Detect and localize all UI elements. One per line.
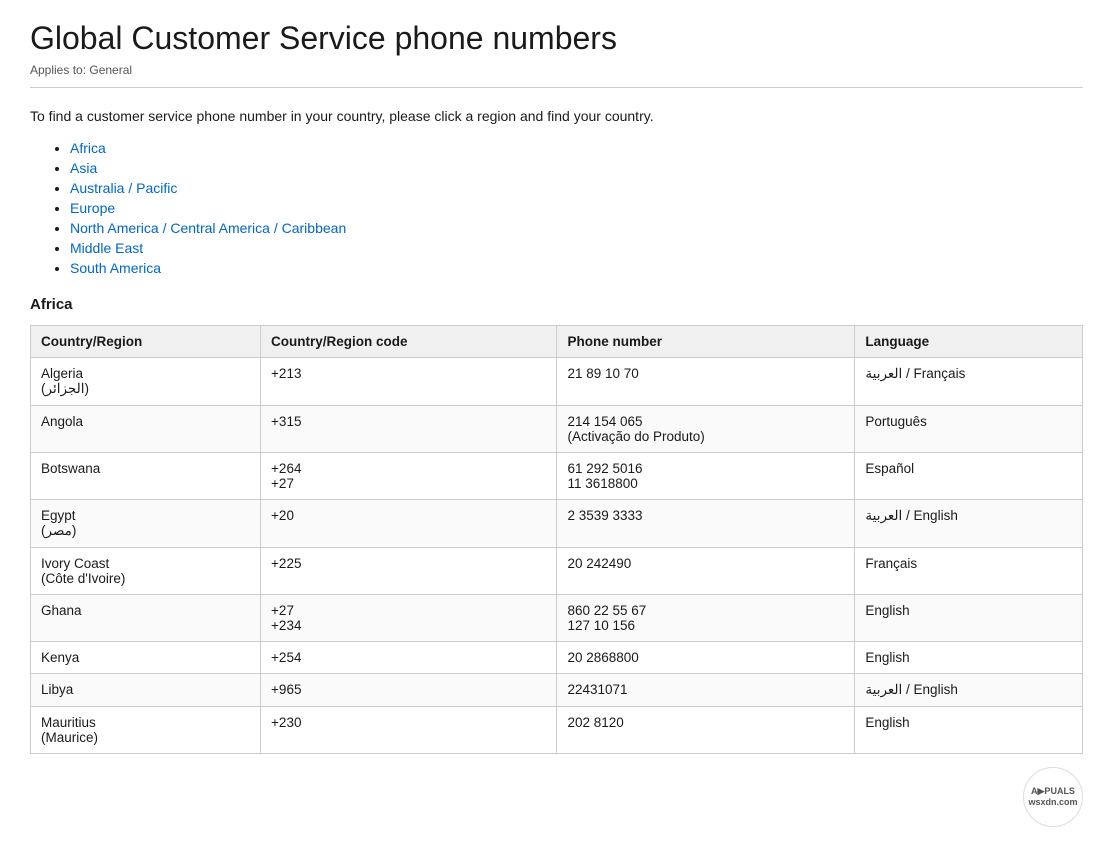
table-column-header: Phone number: [557, 326, 855, 358]
table-cell: +965: [261, 674, 557, 707]
table-body: Algeria(الجزائر)+21321 89 10 70العربية /…: [31, 358, 1083, 754]
table-cell: العربية / English: [855, 674, 1083, 707]
table-row: Egypt(مصر)+202 3539 3333العربية / Englis…: [31, 500, 1083, 548]
table-cell: English: [855, 595, 1083, 642]
table-column-header: Country/Region: [31, 326, 261, 358]
region-list-item: Australia / Pacific: [70, 180, 1083, 196]
table-cell: Français: [855, 548, 1083, 595]
table-column-header: Language: [855, 326, 1083, 358]
table-row: Kenya+25420 2868800English: [31, 642, 1083, 674]
table-cell: Egypt(مصر): [31, 500, 261, 548]
table-row: Ivory Coast(Côte d'Ivoire)+22520 242490F…: [31, 548, 1083, 595]
region-link[interactable]: Australia / Pacific: [70, 180, 177, 196]
table-cell: 21 89 10 70: [557, 358, 855, 406]
table-row: Algeria(الجزائر)+21321 89 10 70العربية /…: [31, 358, 1083, 406]
table-cell: 202 8120: [557, 707, 855, 754]
region-list-item: Africa: [70, 140, 1083, 156]
table-cell: 20 2868800: [557, 642, 855, 674]
table-cell: +254: [261, 642, 557, 674]
table-cell: +264+27: [261, 453, 557, 500]
africa-heading: Africa: [30, 296, 1083, 313]
table-cell: +230: [261, 707, 557, 754]
table-row: Mauritius(Maurice)+230202 8120English: [31, 707, 1083, 754]
table-cell: Libya: [31, 674, 261, 707]
watermark: A▶PUALSwsxdn.com: [1023, 767, 1083, 827]
table-cell: +20: [261, 500, 557, 548]
table-cell: 61 292 501611 3618800: [557, 453, 855, 500]
table-cell: 2 3539 3333: [557, 500, 855, 548]
region-link[interactable]: Africa: [70, 140, 106, 156]
africa-table: Country/RegionCountry/Region codePhone n…: [30, 325, 1083, 754]
region-list-item: Asia: [70, 160, 1083, 176]
table-cell: Algeria(الجزائر): [31, 358, 261, 406]
table-cell: Angola: [31, 406, 261, 453]
table-header-row: Country/RegionCountry/Region codePhone n…: [31, 326, 1083, 358]
table-cell: 860 22 55 67127 10 156: [557, 595, 855, 642]
table-cell: +315: [261, 406, 557, 453]
region-list-item: North America / Central America / Caribb…: [70, 220, 1083, 236]
table-cell: Botswana: [31, 453, 261, 500]
table-row: Libya+96522431071العربية / English: [31, 674, 1083, 707]
table-cell: 20 242490: [557, 548, 855, 595]
table-cell: 22431071: [557, 674, 855, 707]
table-cell: Ivory Coast(Côte d'Ivoire): [31, 548, 261, 595]
table-cell: +27+234: [261, 595, 557, 642]
region-link[interactable]: Europe: [70, 200, 115, 216]
region-link[interactable]: North America / Central America / Caribb…: [70, 220, 346, 236]
table-cell: Mauritius(Maurice): [31, 707, 261, 754]
region-list-item: Middle East: [70, 240, 1083, 256]
table-cell: 214 154 065(Activação do Produto): [557, 406, 855, 453]
table-cell: Ghana: [31, 595, 261, 642]
table-column-header: Country/Region code: [261, 326, 557, 358]
intro-paragraph: To find a customer service phone number …: [30, 108, 1083, 124]
table-row: Botswana+264+2761 292 501611 3618800Espa…: [31, 453, 1083, 500]
table-cell: English: [855, 642, 1083, 674]
table-cell: Español: [855, 453, 1083, 500]
table-cell: Kenya: [31, 642, 261, 674]
region-list-item: Europe: [70, 200, 1083, 216]
table-cell: English: [855, 707, 1083, 754]
table-cell: +225: [261, 548, 557, 595]
table-row: Ghana+27+234860 22 55 67127 10 156Englis…: [31, 595, 1083, 642]
table-cell: Português: [855, 406, 1083, 453]
region-link[interactable]: South America: [70, 260, 161, 276]
region-link[interactable]: Asia: [70, 160, 97, 176]
table-cell: العربية / Français: [855, 358, 1083, 406]
region-link[interactable]: Middle East: [70, 240, 143, 256]
page-title: Global Customer Service phone numbers: [30, 20, 1083, 57]
region-list-item: South America: [70, 260, 1083, 276]
header-divider: [30, 87, 1083, 88]
table-cell: +213: [261, 358, 557, 406]
applies-to-label: Applies to: General: [30, 63, 1083, 77]
table-cell: العربية / English: [855, 500, 1083, 548]
table-row: Angola+315214 154 065(Activação do Produ…: [31, 406, 1083, 453]
region-list: Africa Asia Australia / Pacific Europe North…: [30, 140, 1083, 276]
